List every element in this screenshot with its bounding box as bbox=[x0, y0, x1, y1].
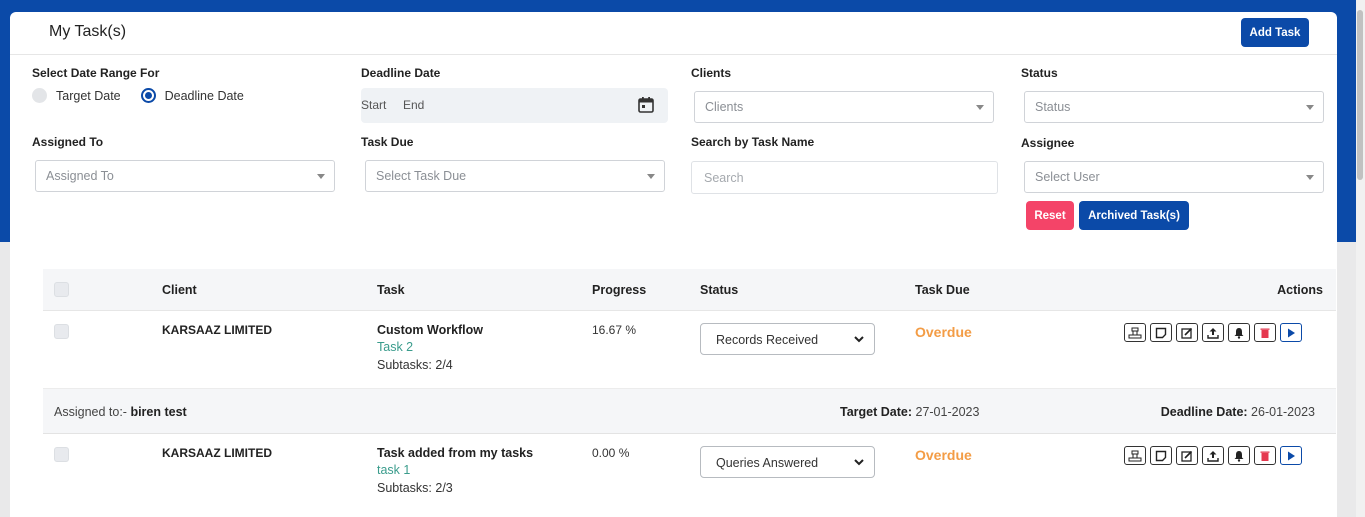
table-row: KARSAAZ LIMITED Custom Workflow Task 2 S… bbox=[43, 311, 1336, 388]
scrollbar-thumb[interactable] bbox=[1357, 10, 1363, 180]
row-due-badge: Overdue bbox=[915, 324, 972, 340]
edit-icon[interactable] bbox=[1176, 446, 1198, 465]
clients-placeholder: Clients bbox=[705, 100, 744, 114]
row-task-name: Task added from my tasks bbox=[377, 446, 534, 460]
deadline-date-info: Deadline Date: 26-01-2023 bbox=[1160, 405, 1315, 419]
column-progress: Progress bbox=[592, 283, 647, 297]
table-header: Client Task Progress Status Task Due Act… bbox=[43, 269, 1336, 311]
row-task-link[interactable]: Task 2 bbox=[377, 340, 413, 354]
add-task-button[interactable]: Add Task bbox=[1241, 18, 1309, 47]
card-header: My Task(s) Add Task bbox=[10, 12, 1337, 55]
chevron-down-icon bbox=[854, 336, 864, 343]
row-actions bbox=[1124, 446, 1302, 465]
play-icon[interactable] bbox=[1280, 323, 1302, 342]
chevron-down-icon bbox=[854, 459, 864, 466]
clients-label: Clients bbox=[691, 66, 732, 80]
column-status: Status bbox=[700, 283, 739, 297]
reset-button[interactable]: Reset bbox=[1026, 201, 1074, 230]
status-select[interactable]: Status bbox=[1024, 91, 1324, 123]
archived-tasks-button[interactable]: Archived Task(s) bbox=[1079, 201, 1189, 230]
column-task-due: Task Due bbox=[915, 283, 970, 297]
row-status-value: Queries Answered bbox=[716, 456, 819, 470]
sticky-note-icon[interactable] bbox=[1150, 446, 1172, 465]
row-task-link[interactable]: task 1 bbox=[377, 463, 410, 477]
date-start-label: Start bbox=[361, 98, 387, 112]
sticky-note-icon[interactable] bbox=[1150, 323, 1172, 342]
trash-icon[interactable] bbox=[1254, 323, 1276, 342]
chevron-down-icon bbox=[976, 105, 984, 110]
row-task-name: Custom Workflow bbox=[377, 323, 484, 337]
row-status-select[interactable]: Queries Answered bbox=[700, 446, 875, 478]
calendar-icon[interactable] bbox=[637, 96, 655, 114]
row-checkbox[interactable] bbox=[54, 324, 69, 339]
chevron-down-icon bbox=[317, 174, 325, 179]
date-end-label: End bbox=[403, 98, 425, 112]
assignee-label: Assignee bbox=[1021, 136, 1075, 150]
row-progress: 0.00 % bbox=[592, 446, 630, 460]
row-client: KARSAAZ LIMITED bbox=[162, 323, 272, 337]
clients-select[interactable]: Clients bbox=[694, 91, 994, 123]
row-progress: 16.67 % bbox=[592, 323, 637, 337]
chevron-down-icon bbox=[1306, 105, 1314, 110]
chevron-down-icon bbox=[1306, 175, 1314, 180]
row-subtasks: Subtasks: 2/4 bbox=[377, 358, 453, 372]
column-client: Client bbox=[162, 283, 197, 297]
table-row: KARSAAZ LIMITED Task added from my tasks… bbox=[43, 434, 1336, 511]
tasks-table: Client Task Progress Status Task Due Act… bbox=[43, 269, 1336, 511]
task-due-placeholder: Select Task Due bbox=[376, 169, 467, 183]
bell-icon[interactable] bbox=[1228, 323, 1250, 342]
assigned-to-placeholder: Assigned To bbox=[46, 169, 114, 183]
search-input[interactable] bbox=[691, 161, 998, 194]
assigned-to-select[interactable]: Assigned To bbox=[35, 160, 335, 192]
trash-icon[interactable] bbox=[1254, 446, 1276, 465]
row-status-value: Records Received bbox=[716, 333, 819, 347]
row-client: KARSAAZ LIMITED bbox=[162, 446, 272, 460]
upload-icon[interactable] bbox=[1202, 323, 1224, 342]
task-due-label: Task Due bbox=[361, 135, 414, 149]
row-checkbox[interactable] bbox=[54, 447, 69, 462]
task-due-select[interactable]: Select Task Due bbox=[365, 160, 665, 192]
search-label: Search by Task Name bbox=[691, 135, 815, 149]
radio-deadline-date[interactable] bbox=[140, 88, 156, 103]
radio-target-date-label: Target Date bbox=[56, 88, 121, 103]
edit-icon[interactable] bbox=[1176, 323, 1198, 342]
chevron-down-icon bbox=[647, 174, 655, 179]
radio-deadline-date-label: Deadline Date bbox=[164, 88, 244, 103]
rubber-stamp-icon[interactable] bbox=[1124, 446, 1146, 465]
bell-icon[interactable] bbox=[1228, 446, 1250, 465]
tasks-card: My Task(s) Add Task Select Date Range Fo… bbox=[10, 12, 1337, 517]
rubber-stamp-icon[interactable] bbox=[1124, 323, 1146, 342]
date-range-label: Select Date Range For bbox=[32, 66, 160, 80]
row-subtasks: Subtasks: 2/3 bbox=[377, 481, 453, 495]
column-task: Task bbox=[377, 283, 405, 297]
status-placeholder: Status bbox=[1035, 100, 1071, 114]
status-label: Status bbox=[1021, 66, 1058, 80]
assigned-to-label: Assigned To bbox=[32, 135, 104, 149]
assignee-placeholder: Select User bbox=[1035, 170, 1100, 184]
row-status-select[interactable]: Records Received bbox=[700, 323, 875, 355]
target-date-info: Target Date: 27-01-2023 bbox=[840, 405, 980, 419]
select-all-checkbox[interactable] bbox=[54, 282, 69, 297]
column-actions: Actions bbox=[1277, 283, 1323, 297]
upload-icon[interactable] bbox=[1202, 446, 1224, 465]
play-icon[interactable] bbox=[1280, 446, 1302, 465]
radio-target-date[interactable] bbox=[32, 88, 47, 103]
assignee-select[interactable]: Select User bbox=[1024, 161, 1324, 193]
row-due-badge: Overdue bbox=[915, 447, 972, 463]
date-range-radio-group: Target Date Deadline Date bbox=[32, 88, 244, 103]
row-actions bbox=[1124, 323, 1302, 342]
assigned-to-info: Assigned to:- biren test bbox=[54, 405, 187, 419]
page-scrollbar[interactable] bbox=[1356, 0, 1365, 517]
page-title: My Task(s) bbox=[49, 23, 127, 40]
deadline-date-label: Deadline Date bbox=[361, 66, 441, 80]
deadline-date-range-picker[interactable]: Start End bbox=[361, 88, 668, 123]
assignment-info-row: Assigned to:- biren test Target Date: 27… bbox=[43, 388, 1336, 434]
